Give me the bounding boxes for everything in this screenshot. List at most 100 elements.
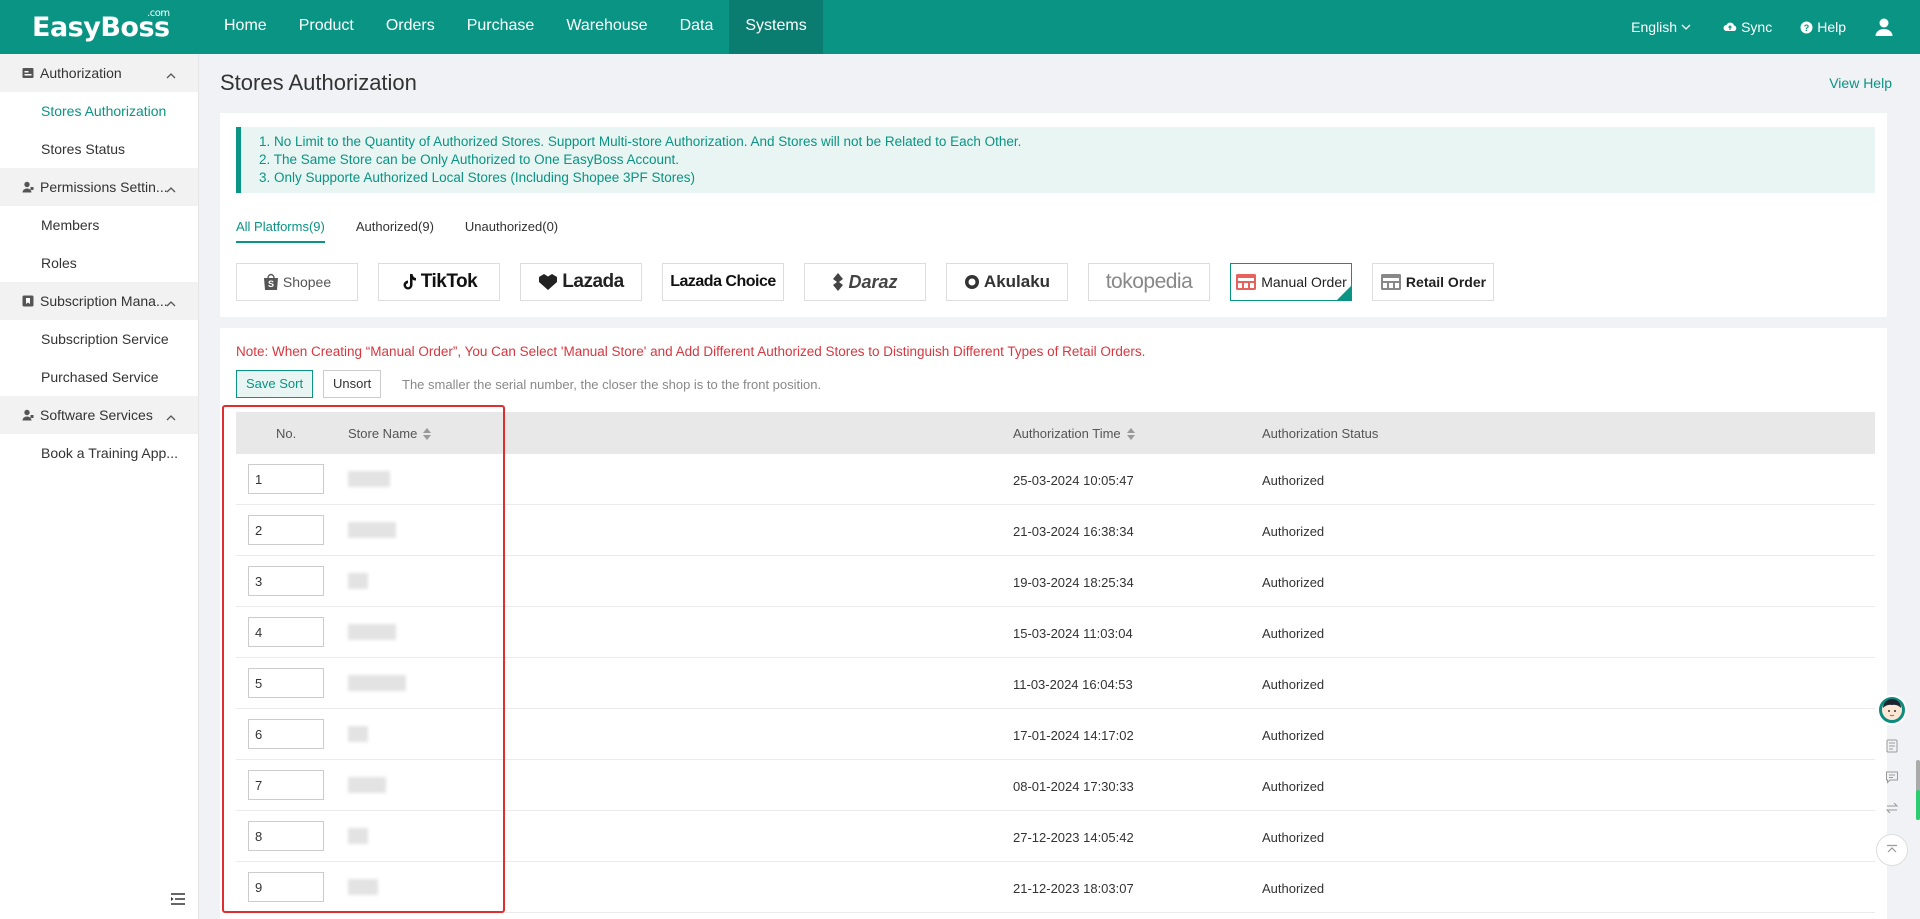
- serial-number-input[interactable]: [248, 719, 324, 749]
- serial-number-input[interactable]: [248, 464, 324, 494]
- manual-order-icon: [1235, 273, 1257, 291]
- platform-manual-order[interactable]: Manual Order: [1230, 263, 1352, 301]
- table-row: 27-12-2023 14:05:42 Authorized: [236, 811, 1875, 862]
- sidebar-group-software-services[interactable]: Software Services: [0, 396, 198, 434]
- sidebar-group-subscription-mana[interactable]: Subscription Mana...: [0, 282, 198, 320]
- table-row: 15-03-2024 11:03:04 Authorized: [236, 607, 1875, 658]
- user-icon: [1875, 18, 1893, 36]
- authorization-time: 11-03-2024 16:04:53: [1013, 677, 1133, 692]
- nav-item-warehouse[interactable]: Warehouse: [550, 0, 663, 54]
- sidebar-group-label: Subscription Mana...: [40, 293, 168, 309]
- notice-line: 1. No Limit to the Quantity of Authorize…: [259, 134, 1022, 149]
- back-to-top-button[interactable]: [1876, 834, 1908, 866]
- selected-corner-icon: [1337, 286, 1351, 300]
- serial-number-input[interactable]: [248, 515, 324, 545]
- auth-tabs: All Platforms(9) Authorized(9) Unauthorize…: [236, 219, 589, 243]
- top-nav-bar: EasyBoss .com Home Product Orders Purchase Wa…: [0, 0, 1920, 54]
- sidebar-item-stores-authorization[interactable]: Stores Authorization: [0, 92, 198, 130]
- platform-shopee[interactable]: S Shopee: [236, 263, 358, 301]
- nav-item-systems[interactable]: Systems: [729, 0, 823, 54]
- sidebar-item-purchased-service[interactable]: Purchased Service: [0, 358, 198, 396]
- table-row: 21-03-2024 16:38:34 Authorized: [236, 505, 1875, 556]
- sort-caret-icon[interactable]: [423, 427, 432, 440]
- page-title: Stores Authorization: [220, 70, 417, 95]
- nav-item-home[interactable]: Home: [208, 0, 283, 54]
- authorization-status: Authorized: [1262, 830, 1325, 845]
- sidebar-item-subscription-service[interactable]: Subscription Service: [0, 320, 198, 358]
- table-row: 21-12-2023 18:03:07 Authorized: [236, 862, 1875, 913]
- main-nav: Home Product Orders Purchase Warehouse Data Sy…: [208, 0, 823, 54]
- platform-retail-order[interactable]: Retail Order: [1372, 263, 1494, 301]
- sidebar-item-stores-status[interactable]: Stores Status: [0, 130, 198, 168]
- nav-item-product[interactable]: Product: [283, 0, 370, 54]
- nav-item-purchase[interactable]: Purchase: [451, 0, 551, 54]
- language-label: English: [1631, 19, 1678, 35]
- serial-number-input[interactable]: [248, 821, 324, 851]
- user-avatar-button[interactable]: [1874, 17, 1898, 37]
- tab-unauthorized[interactable]: Unauthorized(0): [465, 219, 558, 243]
- platform-daraz[interactable]: Daraz: [804, 263, 926, 301]
- support-avatar-icon[interactable]: [1877, 695, 1907, 725]
- sort-caret-icon[interactable]: [1126, 427, 1135, 440]
- tab-all-platforms[interactable]: All Platforms(9): [236, 219, 325, 243]
- platform-label: tokopedia: [1105, 270, 1193, 293]
- language-selector[interactable]: English: [1631, 19, 1695, 35]
- platform-akulaku[interactable]: Akulaku: [946, 263, 1068, 301]
- authorization-status: Authorized: [1262, 881, 1325, 896]
- serial-number-input[interactable]: [248, 872, 324, 902]
- authorization-icon: [22, 67, 34, 79]
- floating-toolbar: [1876, 695, 1908, 866]
- chat-icon[interactable]: [1885, 770, 1899, 787]
- svg-text:S: S: [268, 279, 274, 289]
- store-name-redacted: [348, 828, 368, 844]
- platform-lazada[interactable]: Lazada: [520, 263, 642, 301]
- header-no: No.: [276, 426, 297, 441]
- sync-button[interactable]: Sync: [1723, 19, 1772, 35]
- store-name-redacted: [348, 675, 406, 691]
- serial-number-input[interactable]: [248, 566, 324, 596]
- authorization-status: Authorized: [1262, 677, 1325, 692]
- store-name-redacted: [348, 471, 390, 487]
- header-store-name[interactable]: Store Name: [348, 426, 432, 441]
- chevron-up-icon[interactable]: [166, 410, 176, 426]
- save-sort-button[interactable]: Save Sort: [236, 370, 314, 398]
- notebook-icon[interactable]: [1885, 739, 1899, 756]
- table-row: 19-03-2024 18:25:34 Authorized: [236, 556, 1875, 607]
- nav-item-orders[interactable]: Orders: [370, 0, 451, 54]
- help-label: Help: [1817, 19, 1846, 35]
- platform-lazada-choice[interactable]: Lazada Choice: [662, 263, 784, 301]
- sidebar-item-members[interactable]: Members: [0, 206, 198, 244]
- stores-table: No. Store Name Authorization Time Author…: [236, 412, 1875, 913]
- authorization-time: 08-01-2024 17:30:33: [1013, 779, 1134, 794]
- sidebar-group-label: Permissions Settin...: [40, 179, 168, 195]
- sidebar-item-roles[interactable]: Roles: [0, 244, 198, 282]
- serial-number-input[interactable]: [248, 617, 324, 647]
- help-button[interactable]: ? Help: [1800, 19, 1846, 35]
- sidebar-item-book-a-training-app[interactable]: Book a Training App...: [0, 434, 198, 472]
- view-help-link[interactable]: View Help: [1829, 75, 1892, 91]
- serial-number-input[interactable]: [248, 770, 324, 800]
- easyboss-logo[interactable]: EasyBoss .com: [32, 8, 170, 43]
- platform-tiktok[interactable]: TikTok: [378, 263, 500, 301]
- platform-label: Akulaku: [983, 272, 1051, 291]
- chevron-up-icon[interactable]: [166, 68, 176, 84]
- unsort-button[interactable]: Unsort: [323, 370, 382, 398]
- store-name-redacted: [348, 573, 368, 589]
- sync-label: Sync: [1741, 19, 1773, 35]
- sidebar-group-authorization[interactable]: Authorization: [0, 54, 198, 92]
- sidebar-group-permissions-settin[interactable]: Permissions Settin...: [0, 168, 198, 206]
- exchange-icon[interactable]: [1885, 801, 1899, 818]
- header-auth-time[interactable]: Authorization Time: [1013, 426, 1135, 441]
- serial-number-input[interactable]: [248, 668, 324, 698]
- sort-hint: The smaller the serial number, the close…: [402, 377, 822, 392]
- platform-tokopedia[interactable]: tokopedia: [1088, 263, 1210, 301]
- chevron-up-icon[interactable]: [166, 182, 176, 198]
- tiktok-note-icon: [401, 273, 417, 291]
- tab-authorized[interactable]: Authorized(9): [356, 219, 434, 243]
- store-list-card: Note: When Creating “Manual Order”, You …: [220, 328, 1887, 919]
- store-name-redacted: [348, 522, 396, 538]
- authorization-status: Authorized: [1262, 728, 1325, 743]
- nav-item-data[interactable]: Data: [664, 0, 730, 54]
- collapse-menu-icon[interactable]: [170, 892, 186, 909]
- chevron-up-icon[interactable]: [166, 296, 176, 312]
